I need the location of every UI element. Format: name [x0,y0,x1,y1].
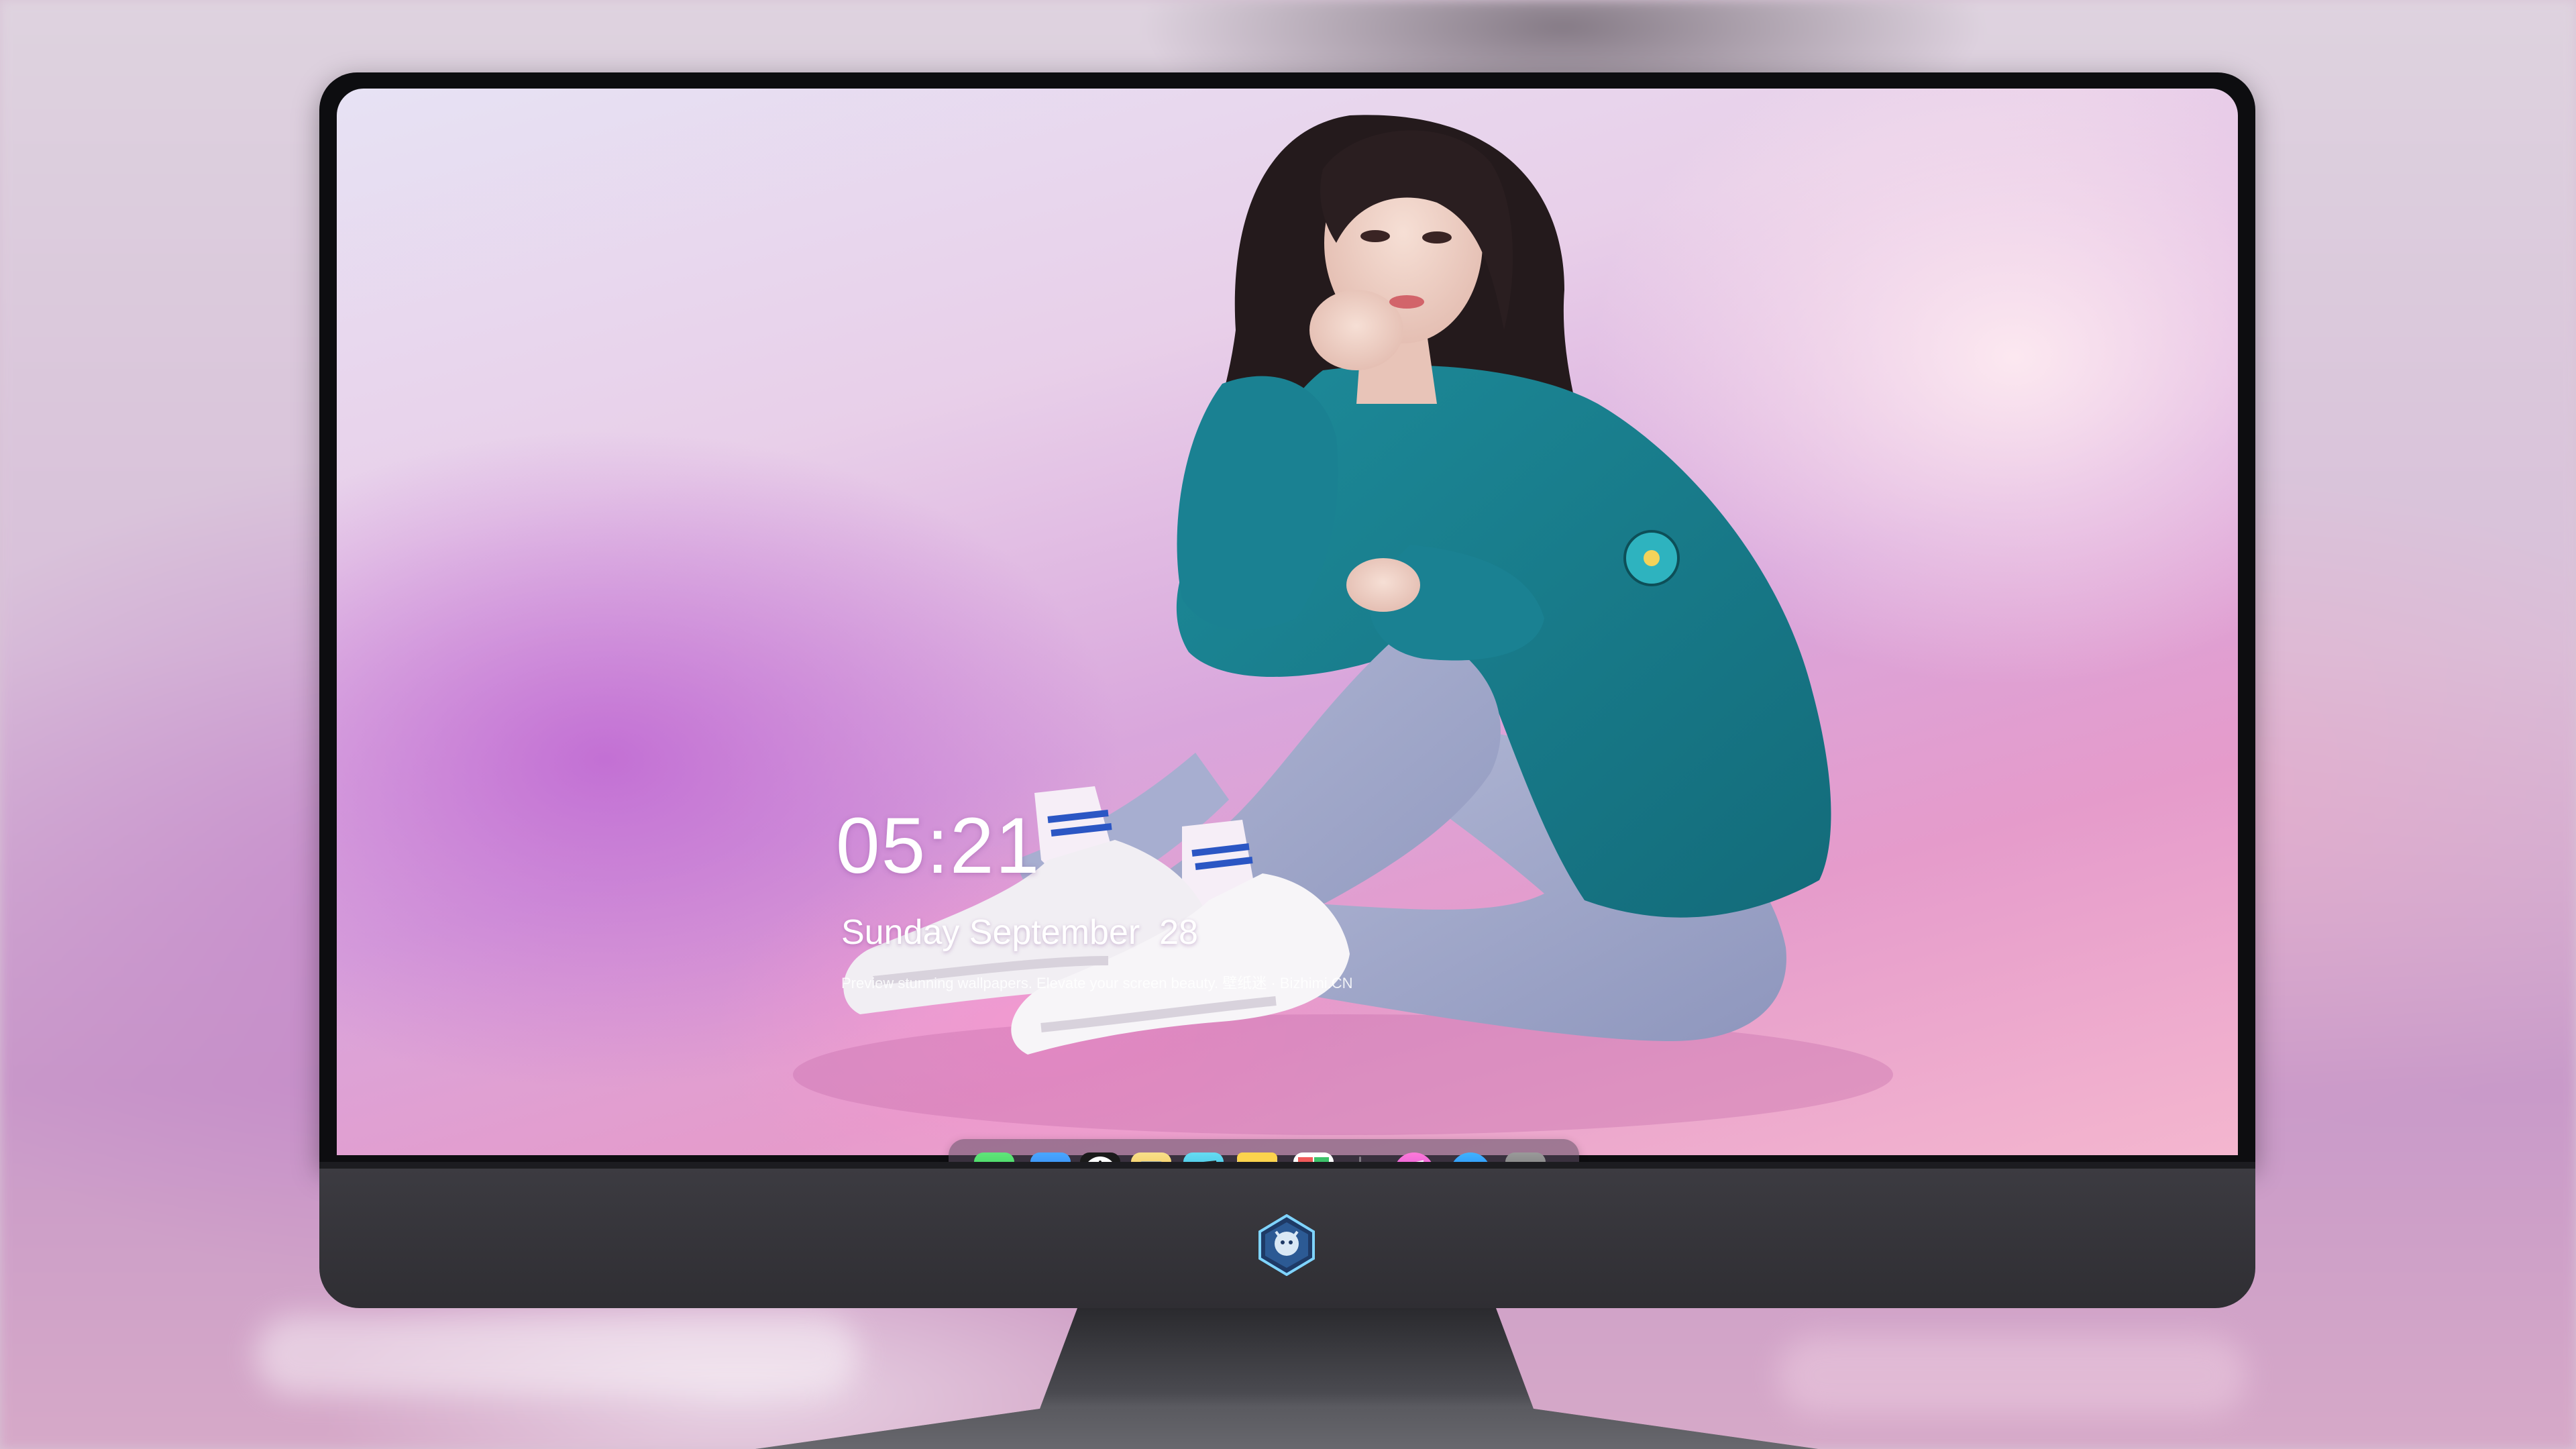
wallpaper-figure [793,115,1893,1135]
monitor-stand [755,1308,1818,1449]
lockscreen-tagline: Preview stunning wallpapers. Elevate you… [841,975,1353,991]
monitor-chin [319,1162,2255,1308]
lockscreen-date: Sunday September 28 [841,913,1198,952]
monitor: 05:21 Sunday September 28 Preview stunni… [319,72,2255,1308]
backdrop-blur-shape [1778,1335,2247,1415]
brand-logo-icon [1258,1214,1315,1276]
desktop-screen: 05:21 Sunday September 28 Preview stunni… [337,89,2238,1155]
lockscreen-time: 05:21 [836,802,1041,890]
